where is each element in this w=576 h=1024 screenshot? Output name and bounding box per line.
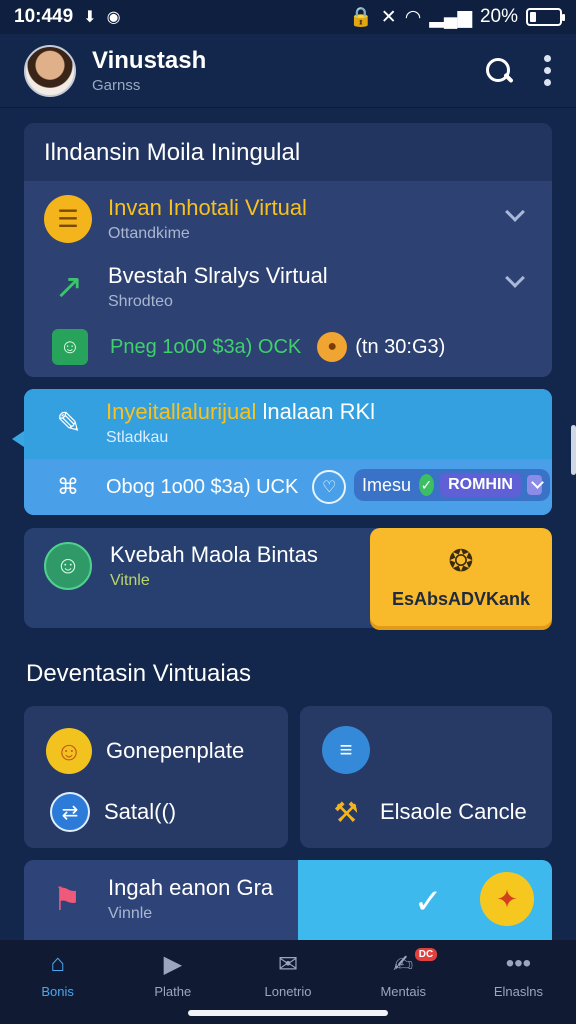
item-title-suffix: lnalaan RKl (262, 399, 376, 424)
tool-icon: ⚒ (333, 796, 359, 828)
grid-item[interactable]: ☺ Gonepenplate (46, 728, 244, 774)
battery-icon (526, 8, 565, 26)
time-text: (tn 30:G3) (355, 335, 446, 358)
nav-item-home[interactable]: ⌂ Bonis (0, 950, 115, 1024)
grid-card[interactable]: ≡ ⚒ Elsaole Cancle (300, 706, 552, 848)
chevron-down-icon[interactable] (505, 268, 525, 288)
app-bar: Vinustash Garnss (0, 34, 576, 108)
section-title: Deventasin Vintuaias (26, 660, 252, 687)
grid-item-label: Elsaole Cancle (380, 799, 527, 824)
grid-item-label: Satal(() (104, 799, 177, 824)
list-item[interactable]: ↗ Bvestah Slralys Virtual Shrodteo (24, 263, 552, 311)
list-item[interactable]: ⚑ Ingah eanon Gra Vinnle (24, 874, 552, 924)
search-icon[interactable] (484, 56, 514, 86)
promo-card[interactable]: ⚑ Ingah eanon Gra Vinnle ✓ ✦ (24, 860, 552, 940)
person-badge-icon: ☺ (52, 329, 88, 365)
check-icon: ✓ (414, 883, 443, 921)
chip-label: ROMHIN (448, 476, 513, 493)
profile-titles: Vinustash Garnss (92, 47, 206, 94)
scrollbar[interactable] (571, 425, 576, 475)
heart-circle-icon[interactable]: ♡ (312, 470, 347, 504)
signal-icon: ▂▄▆ (429, 6, 472, 28)
nav-item-more[interactable]: ••• Elnaslns (461, 950, 576, 1024)
grid-item-label: Gonepenplate (106, 738, 245, 763)
status-pill[interactable]: Imesu ✓ ROMHIN (354, 469, 550, 501)
grid-item[interactable]: ⇄ Satal(() (50, 792, 176, 832)
price-row: ☺ Pneg 1o00 $3a) OCK ● (tn 30:G3) (24, 329, 552, 365)
item-title: Inyeitallalurijual (106, 399, 257, 424)
pill-label: Imesu (362, 474, 412, 495)
tag-icon: ⚑ (52, 881, 82, 917)
price-text: Obog 1o00 $3a) UCK (106, 475, 299, 498)
list-item[interactable]: ☰ Invan Inhotali Virtual Ottandkime (24, 195, 552, 243)
download-icon: ⬇ (83, 9, 97, 26)
record-icon: ◉ (106, 9, 121, 26)
smile-icon: ☺ (46, 728, 92, 774)
lock-icon: 🔒 (349, 7, 373, 28)
action-card: ☺ Kvebah Maola Bintas Vitnle ❂ EsAbsADVK… (24, 528, 552, 628)
price-text: Pneg 1o00 $3a) OCK (110, 335, 302, 358)
profile-subtitle: Garnss (92, 77, 141, 94)
item-title: Bvestah Slralys Virtual (108, 263, 328, 288)
selected-card[interactable]: ✎ Inyeitallalurijual lnalaan RKl Stladka… (12, 389, 552, 515)
profile-name: Vinustash (92, 47, 207, 74)
chevron-down-icon[interactable] (505, 202, 525, 222)
nav-label: Bonis (41, 984, 74, 999)
nav-label: Mentais (380, 984, 426, 999)
status-chip[interactable]: ROMHIN (440, 473, 521, 497)
document-icon: ≡ (322, 726, 370, 774)
book-icon: ☰ (44, 195, 92, 243)
home-icon: ⌂ (50, 950, 65, 977)
action-button-label: EsAbsADVKank (391, 589, 531, 609)
featured-card: Ilndansin Moila Iningulal ☰ Invan Inhota… (24, 123, 552, 377)
puzzle-icon[interactable]: ✦ (480, 872, 534, 926)
nav-label: Plathe (154, 984, 192, 999)
item-subtitle: Shrodteo (108, 293, 173, 310)
item-title: Ingah eanon Gra (108, 875, 274, 900)
item-subtitle: Ottandkime (108, 225, 190, 242)
action-button[interactable]: ❂ EsAbsADVKank (370, 528, 552, 626)
chevron-down-icon[interactable] (526, 475, 542, 495)
mailbox-icon: ✉ (277, 950, 299, 978)
status-bar: 10:449 ⬇ ◉ 🔒 ✕ ◠ ▂▄▆ 20% (0, 0, 576, 34)
item-title: Invan Inhotali Virtual (108, 195, 307, 220)
status-time: 10:449 (14, 6, 74, 27)
pencil-icon: ✎ (56, 406, 82, 440)
wifi-icon: ◠ (404, 6, 422, 28)
item-subtitle: Stladkau (106, 429, 169, 446)
featured-card-title: Ilndansin Moila Iningulal (24, 123, 552, 181)
user-circle-icon: ● (317, 332, 348, 362)
grid-card[interactable]: ☺ Gonepenplate ⇄ Satal(() (24, 706, 288, 848)
notification-badge: DC (414, 948, 438, 961)
item-title: Kvebah Maola Bintas (110, 542, 318, 567)
list-item[interactable]: ✎ Inyeitallalurijual lnalaan RKl Stladka… (24, 399, 552, 447)
check-icon: ✓ (419, 474, 435, 496)
home-indicator[interactable] (188, 1010, 388, 1016)
user-icon: ☺ (44, 542, 92, 590)
more-vert-icon[interactable] (544, 55, 552, 86)
avatar[interactable] (24, 44, 76, 97)
item-subtitle: Vitnle (110, 572, 150, 589)
grid-item[interactable]: ⚒ Elsaole Cancle (326, 792, 527, 832)
mute-icon: ✕ (380, 6, 397, 28)
more-icon: ••• (505, 950, 532, 977)
grid-item[interactable]: ≡ (322, 726, 370, 774)
nav-label: Elnaslns (493, 984, 543, 999)
battery-percent: 20% (479, 6, 518, 27)
rocket-icon: ↗ (54, 268, 84, 306)
item-subtitle: Vinnle (108, 905, 153, 922)
nav-label: Lonetrio (264, 984, 312, 999)
swap-icon: ⇄ (50, 792, 90, 832)
play-chat-icon: ▶ (163, 950, 183, 978)
ticket-icon: ⌘ (57, 474, 79, 499)
sun-icon: ❂ (448, 545, 474, 578)
edit-icon: ✍ (393, 950, 414, 978)
